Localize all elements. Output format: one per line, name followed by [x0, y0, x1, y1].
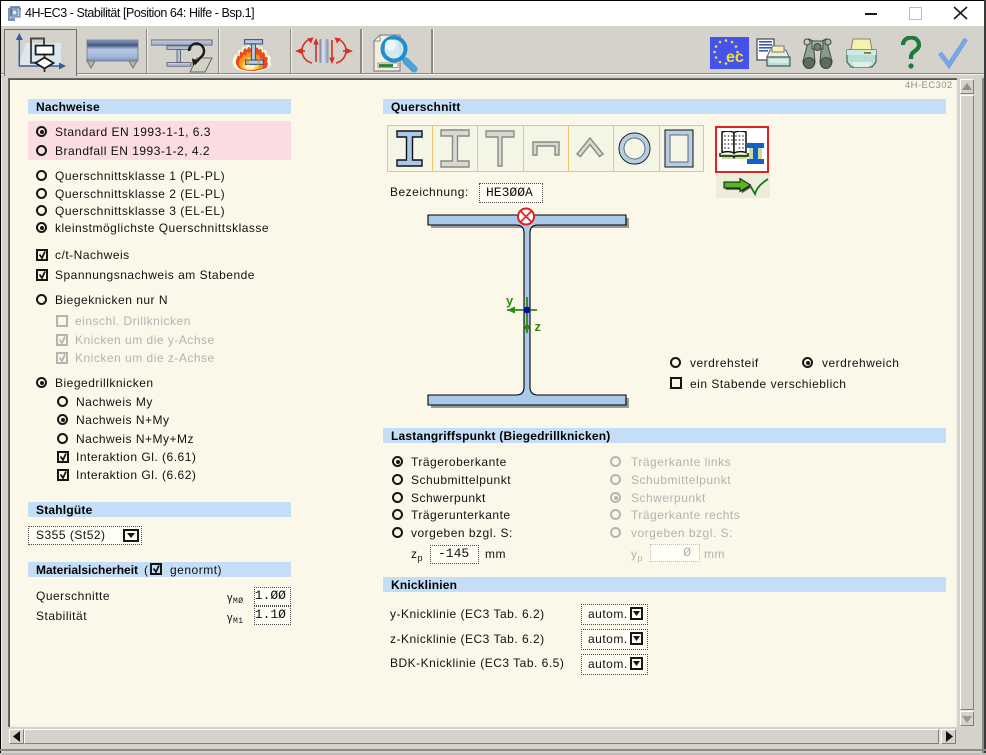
svg-text:y: y [506, 293, 514, 308]
svg-text:ec: ec [726, 49, 744, 66]
svg-text:z: z [535, 319, 542, 334]
